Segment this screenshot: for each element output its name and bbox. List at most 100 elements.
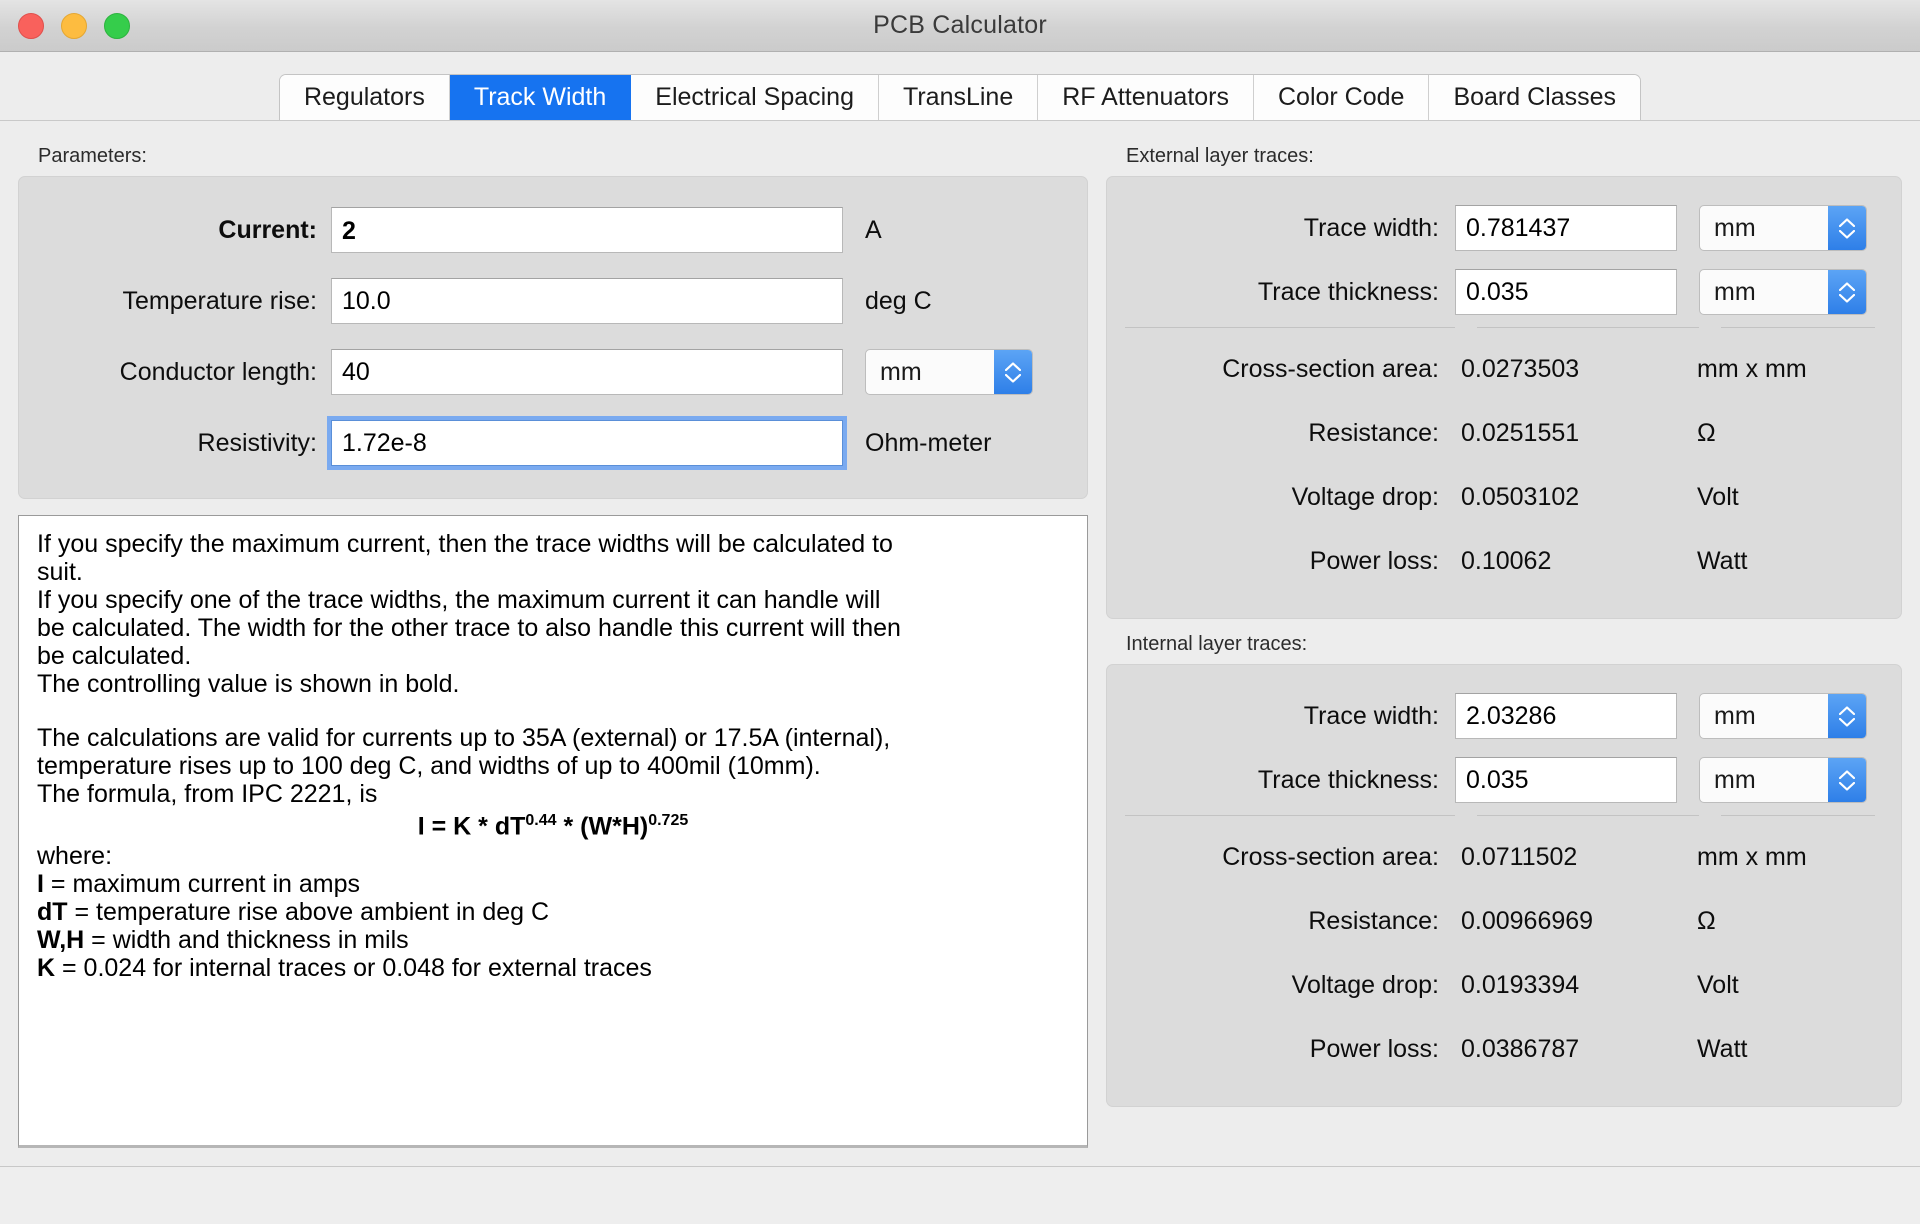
formula-exponent-2: 0.725 — [648, 812, 689, 829]
input-value: 0.035 — [1466, 765, 1529, 794]
unit-stepper-arrows[interactable] — [1828, 206, 1866, 250]
trace-input-row: Trace thickness: 0.035 mm — [1125, 749, 1875, 811]
trace-input-label: Trace width: — [1303, 213, 1439, 242]
help-where-item: dT = temperature rise above ambient in d… — [37, 898, 1069, 926]
help-definition: = 0.024 for internal traces or 0.048 for… — [55, 954, 652, 983]
result-row: Cross-section area: 0.0273503 mm x mm — [1125, 338, 1875, 400]
parameter-label: Conductor length: — [119, 357, 317, 386]
input-value: 2 — [342, 217, 356, 245]
tab-color-code[interactable]: Color Code — [1254, 75, 1430, 120]
tab-strip-container: Regulators Track Width Electrical Spacing T… — [0, 52, 1920, 120]
unit-stepper-arrows[interactable] — [994, 350, 1032, 394]
tab-rf-attenuators[interactable]: RF Attenuators — [1038, 75, 1254, 120]
trace-input-row: Trace width: 0.781437 mm — [1125, 197, 1875, 259]
parameter-input-resistivity[interactable]: 1.72e-8 — [327, 416, 847, 470]
result-value: 0.0251551 — [1461, 418, 1580, 447]
tab-label: Regulators — [303, 83, 425, 111]
result-row: Voltage drop: 0.0503102 Volt — [1125, 466, 1875, 528]
parameters-group-label: Parameters: — [38, 145, 147, 167]
parameter-input-current[interactable]: 2 — [331, 207, 843, 253]
internal-trace-width-unit-select[interactable]: mm — [1699, 693, 1867, 739]
unit-stepper-arrows[interactable] — [1828, 270, 1866, 314]
help-definition: = temperature rise above ambient in deg … — [67, 898, 550, 927]
result-label: Power loss: — [1309, 546, 1439, 575]
left-column: Parameters: Current: 2 A Temperature rise: 1… — [18, 131, 1088, 1166]
tab-label: Board Classes — [1453, 83, 1617, 111]
formula-mid: * (W*H) — [556, 812, 649, 841]
external-trace-width-unit-select[interactable]: mm — [1699, 205, 1867, 251]
unit-value: mm — [1714, 765, 1756, 794]
unit-value: mm — [1714, 701, 1756, 730]
panel-divider — [1125, 323, 1875, 338]
tab-transline[interactable]: TransLine — [879, 75, 1039, 120]
divider-segment — [1125, 815, 1455, 816]
parameter-label: Temperature rise: — [122, 286, 317, 315]
trace-input-label: Trace thickness: — [1257, 765, 1439, 794]
unit-stepper-arrows[interactable] — [1828, 758, 1866, 802]
result-value: 0.0273503 — [1461, 354, 1580, 383]
tab-electrical-spacing[interactable]: Electrical Spacing — [631, 75, 879, 120]
parameter-unit: deg C — [865, 286, 932, 315]
unit-value: mm — [1714, 277, 1756, 306]
result-row: Power loss: 0.10062 Watt — [1125, 530, 1875, 592]
parameter-row: Temperature rise: 10.0 deg C — [41, 270, 1065, 332]
help-line: If you specify one of the trace widths, … — [37, 586, 881, 614]
unit-stepper-arrows[interactable] — [1828, 694, 1866, 738]
result-value: 0.00966969 — [1461, 906, 1594, 935]
parameter-input-conductor-length[interactable]: 40 — [331, 349, 843, 395]
external-trace-thickness-unit-select[interactable]: mm — [1699, 269, 1867, 315]
help-line: The controlling value is shown in bold. — [37, 670, 460, 698]
result-unit: Ω — [1697, 906, 1716, 935]
tab-board-classes[interactable]: Board Classes — [1429, 75, 1641, 120]
internal-group-label: Internal layer traces: — [1126, 633, 1308, 655]
help-text-panel: If you specify the maximum current, then… — [18, 515, 1088, 1148]
formula-ipc2221: I = K * dT0.44 * (W*H)0.725 — [37, 812, 1069, 840]
external-group-label: External layer traces: — [1126, 145, 1314, 167]
result-label: Power loss: — [1309, 1034, 1439, 1063]
internal-layer-traces-group: Trace width: 2.03286 mm Trace thickness: 0.0… — [1106, 664, 1902, 1107]
internal-trace-width-input[interactable]: 2.03286 — [1455, 693, 1677, 739]
result-unit: Ω — [1697, 418, 1716, 447]
chevron-up-icon — [1839, 769, 1855, 779]
parameter-unit: Ohm-meter — [865, 428, 992, 457]
help-symbol: W,H — [37, 926, 85, 955]
tab-track-width[interactable]: Track Width — [449, 75, 632, 120]
chevron-down-icon — [1839, 781, 1855, 791]
help-where-item: I = maximum current in amps — [37, 870, 1069, 898]
chevron-up-icon — [1839, 217, 1855, 227]
result-label: Voltage drop: — [1291, 970, 1439, 999]
result-row: Cross-section area: 0.0711502 mm x mm — [1125, 826, 1875, 888]
internal-trace-thickness-unit-select[interactable]: mm — [1699, 757, 1867, 803]
result-value: 0.10062 — [1461, 546, 1552, 575]
chevron-down-icon — [1005, 373, 1021, 383]
formula-lhs: I = K * dT — [417, 812, 526, 841]
input-value: 40 — [342, 357, 370, 386]
divider-segment — [1721, 327, 1875, 328]
title-bar: PCB Calculator — [0, 0, 1920, 52]
divider-segment — [1477, 815, 1699, 816]
parameter-input-temperature-rise[interactable]: 10.0 — [331, 278, 843, 324]
input-value: 1.72e-8 — [342, 428, 427, 457]
unit-value: mm — [1714, 213, 1756, 242]
help-where-list: I = maximum current in amps dT = temperat… — [37, 870, 1069, 982]
tab-label: TransLine — [903, 83, 1014, 111]
input-value: 0.781437 — [1466, 213, 1571, 242]
result-label: Cross-section area: — [1222, 842, 1439, 871]
result-label: Voltage drop: — [1291, 482, 1439, 511]
help-line: temperature rises up to 100 deg C, and w… — [37, 752, 821, 780]
result-label: Cross-section area: — [1222, 354, 1439, 383]
result-unit: mm x mm — [1697, 354, 1807, 383]
conductor-length-unit-select[interactable]: mm — [865, 349, 1033, 395]
help-where-label: where: — [37, 842, 113, 871]
tab-regulators[interactable]: Regulators — [279, 75, 450, 120]
help-spacer — [37, 698, 1069, 724]
help-line: be calculated. — [37, 642, 192, 670]
external-trace-width-input[interactable]: 0.781437 — [1455, 205, 1677, 251]
parameter-row: Resistivity: 1.72e-8 Ohm-meter — [41, 412, 1065, 474]
pcb-calculator-window: PCB Calculator Regulators Track Width Elec… — [0, 0, 1920, 1224]
help-line: The calculations are valid for currents … — [37, 724, 891, 752]
help-symbol: dT — [37, 898, 68, 927]
trace-input-row: Trace thickness: 0.035 mm — [1125, 261, 1875, 323]
internal-trace-thickness-input[interactable]: 0.035 — [1455, 757, 1677, 803]
external-trace-thickness-input[interactable]: 0.035 — [1455, 269, 1677, 315]
